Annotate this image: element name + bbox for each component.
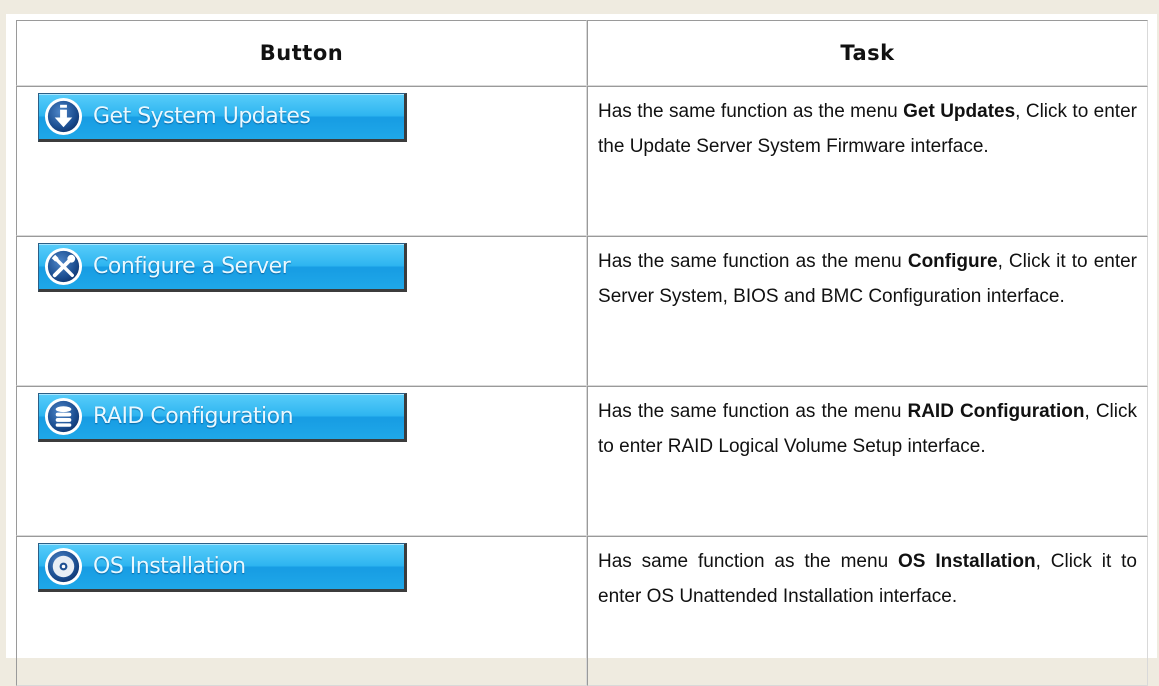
button-cell: OS Installation [16, 536, 588, 686]
task-text: Has same function as the menu [598, 551, 898, 572]
disc-icon [44, 547, 83, 586]
table-header-row: Button Task [16, 20, 1148, 86]
content-frame: Button Task Get System Updates Has the s… [6, 14, 1157, 686]
header-button: Button [16, 20, 588, 86]
os-installation-button[interactable]: OS Installation [38, 543, 407, 592]
button-cell: RAID Configuration [16, 386, 588, 536]
button-task-table: Button Task Get System Updates Has the s… [16, 20, 1148, 686]
table-row: Configure a Server Has the same function… [16, 236, 1148, 386]
task-text: Has the same function as the menu [598, 251, 908, 272]
table-row: OS Installation Has same function as the… [16, 536, 1148, 686]
wrench-screwdriver-icon [44, 247, 83, 286]
database-icon [44, 397, 83, 436]
task-cell: Has the same function as the menu Get Up… [587, 86, 1148, 236]
button-label: Configure a Server [93, 254, 291, 279]
header-task: Task [587, 20, 1148, 86]
menu-name: Configure [907, 251, 998, 272]
task-text: Has the same function as the menu [598, 101, 904, 122]
button-label: OS Installation [93, 554, 246, 579]
configure-a-server-button[interactable]: Configure a Server [38, 243, 407, 292]
menu-name: OS Installation [898, 551, 1036, 572]
task-cell: Has the same function as the menu Config… [587, 236, 1148, 386]
menu-name: Get Updates [903, 101, 1016, 122]
button-cell: Configure a Server [16, 236, 588, 386]
download-icon [44, 97, 83, 136]
table-row: RAID Configuration Has the same function… [16, 386, 1148, 536]
table-row: Get System Updates Has the same function… [16, 86, 1148, 236]
task-cell: Has the same function as the menu RAID C… [587, 386, 1148, 536]
raid-configuration-button[interactable]: RAID Configuration [38, 393, 407, 442]
button-label: RAID Configuration [93, 404, 294, 429]
task-text: Has the same function as the menu [598, 401, 908, 422]
get-system-updates-button[interactable]: Get System Updates [38, 93, 407, 142]
task-cell: Has same function as the menu OS Install… [587, 536, 1148, 686]
menu-name: RAID Configuration [907, 401, 1085, 422]
button-cell: Get System Updates [16, 86, 588, 236]
button-label: Get System Updates [93, 104, 311, 129]
